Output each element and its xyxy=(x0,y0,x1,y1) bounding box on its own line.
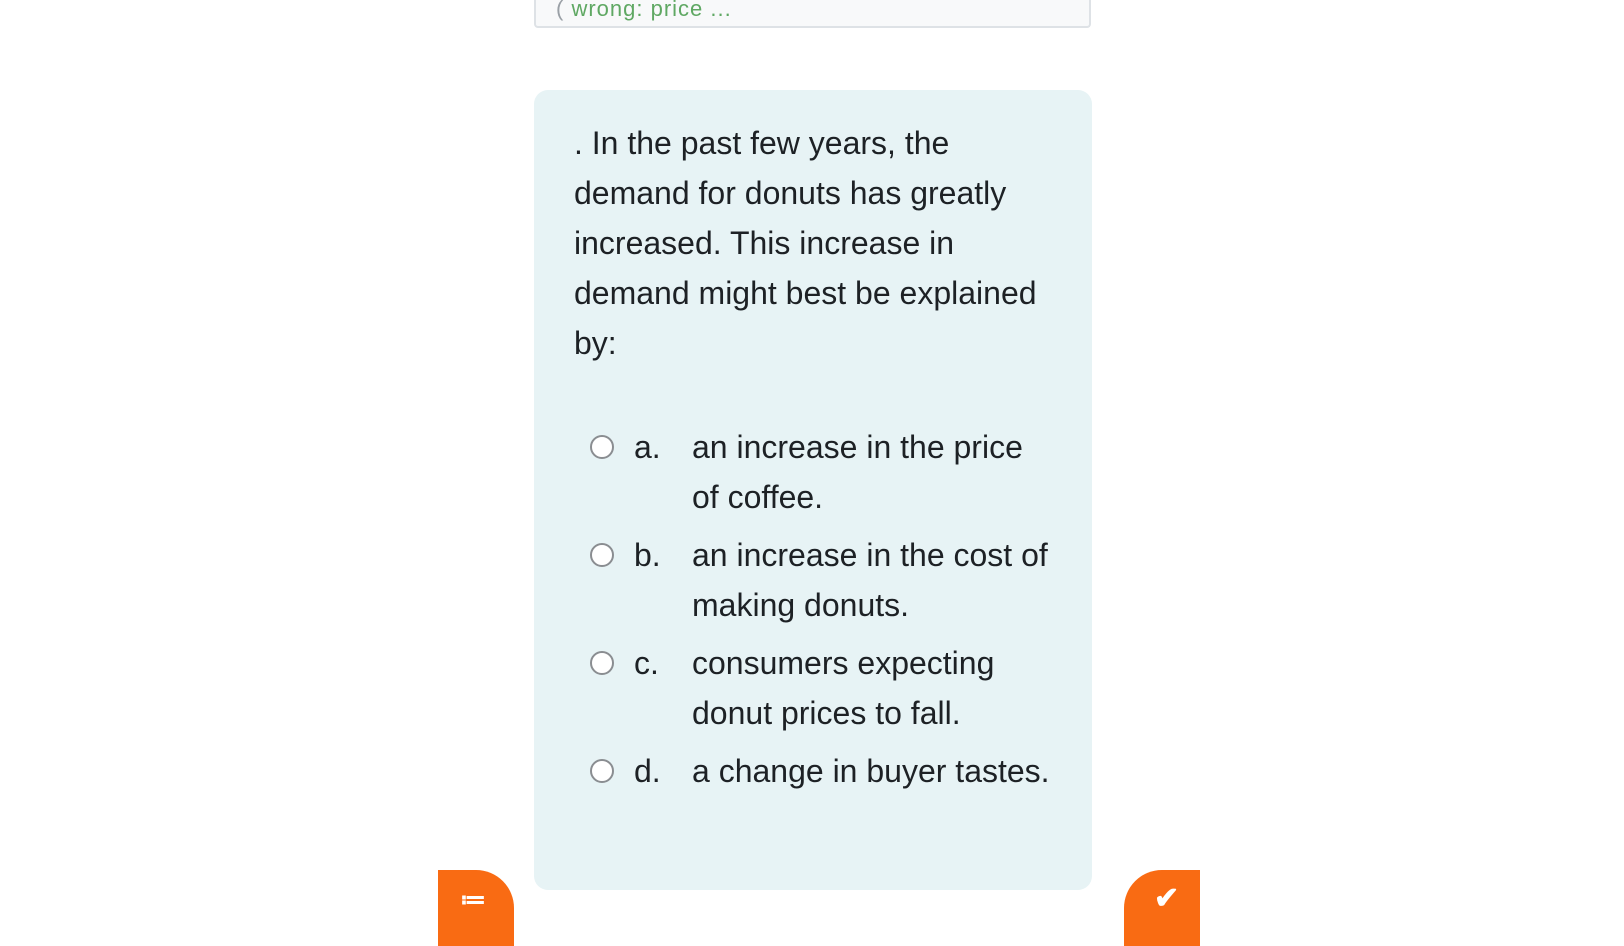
question-list-button[interactable]: ≔ xyxy=(438,870,514,946)
answer-option-d[interactable]: d. a change in buyer tastes. xyxy=(590,746,1052,796)
answer-option-c[interactable]: c. consumers expecting donut prices to f… xyxy=(590,638,1052,738)
answer-text[interactable]: an increase in the cost of making donuts… xyxy=(692,530,1052,630)
submit-answer-button[interactable]: ✔ xyxy=(1124,870,1200,946)
answer-option-b[interactable]: b. an increase in the cost of making don… xyxy=(590,530,1052,630)
answer-text[interactable]: an increase in the price of coffee. xyxy=(692,422,1052,522)
answer-letter: c. xyxy=(634,645,659,681)
previous-snippet: ( wrong: price ... xyxy=(556,0,732,22)
answer-letter: b. xyxy=(634,537,661,573)
answer-text[interactable]: consumers expecting donut prices to fall… xyxy=(692,638,1052,738)
answer-list: a. an increase in the price of coffee. b… xyxy=(574,422,1052,796)
radio-button-a[interactable] xyxy=(590,435,614,459)
snippet-text: wrong: price ... xyxy=(571,0,732,21)
radio-button-c[interactable] xyxy=(590,651,614,675)
answer-text[interactable]: a change in buyer tastes. xyxy=(692,746,1052,796)
snippet-paren: ( xyxy=(556,0,565,21)
answer-option-a[interactable]: a. an increase in the price of coffee. xyxy=(590,422,1052,522)
question-card: . In the past few years, the demand for … xyxy=(534,90,1092,890)
radio-button-d[interactable] xyxy=(590,759,614,783)
previous-question-card: ( wrong: price ... xyxy=(534,0,1091,28)
radio-button-b[interactable] xyxy=(590,543,614,567)
answer-letter: d. xyxy=(634,753,661,789)
list-icon: ≔ xyxy=(460,884,486,914)
check-icon: ✔ xyxy=(1154,882,1180,915)
question-text: . In the past few years, the demand for … xyxy=(574,125,1037,361)
answer-letter: a. xyxy=(634,429,661,465)
